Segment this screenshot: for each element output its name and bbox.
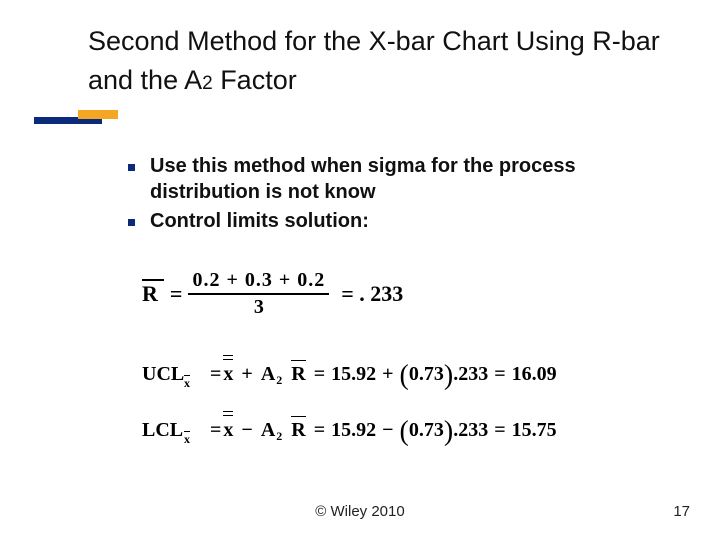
accent-bars xyxy=(34,110,118,124)
xbarbar-value: 15.92 xyxy=(331,363,376,386)
a2-value: 0.73 xyxy=(409,363,444,386)
paren-right: ) xyxy=(444,360,453,392)
ucl-text: UCL xyxy=(142,363,184,385)
ucl-result: 16.09 xyxy=(512,363,557,386)
op-minus: − xyxy=(241,419,252,442)
paren-left: ( xyxy=(400,360,409,392)
lcl-text: LCL xyxy=(142,419,183,441)
bullet-item: Use this method when sigma for the proce… xyxy=(126,154,666,205)
footer-copyright: © Wiley 2010 xyxy=(0,503,720,520)
r-value: .233 xyxy=(453,419,488,442)
r-value: .233 xyxy=(453,363,488,386)
equation-rbar: R = 0.2 + 0.3 + 0.2 3 = . 233 xyxy=(142,270,557,318)
x-letter: x xyxy=(223,419,233,441)
ucl-label: UCL x xyxy=(142,363,210,386)
a-letter: A xyxy=(261,419,275,441)
op-plus-2: + xyxy=(382,363,393,386)
a2-symbol: A2 xyxy=(261,363,281,386)
title-subscript: 2 xyxy=(202,73,213,94)
r-letter: R xyxy=(291,363,305,385)
equations-block: R = 0.2 + 0.3 + 0.2 3 = . 233 UCL x = x … xyxy=(142,270,557,470)
bullet-list: Use this method when sigma for the proce… xyxy=(126,154,666,239)
paren-left: ( xyxy=(400,416,409,448)
rbar-symbol: R xyxy=(142,281,164,307)
a2-value: 0.73 xyxy=(409,419,444,442)
a-letter: A xyxy=(261,363,275,385)
title-tail: Factor xyxy=(213,65,297,95)
fraction-numerator: 0.2 + 0.3 + 0.2 xyxy=(188,270,329,295)
r-letter: R xyxy=(291,419,305,441)
equals-sign: = xyxy=(170,281,183,307)
rbar-symbol-inline: R xyxy=(291,363,305,386)
page-number: 17 xyxy=(673,503,690,520)
title-main: Second Method for the X-bar Chart Using … xyxy=(88,26,660,95)
op-minus-2: − xyxy=(382,419,393,442)
lcl-label: LCL x xyxy=(142,419,210,442)
accent-orange xyxy=(78,110,118,119)
xbarbar-value: 15.92 xyxy=(331,419,376,442)
lcl-result: 15.75 xyxy=(512,419,557,442)
x-double-bar: x xyxy=(223,363,233,386)
x-double-bar: x xyxy=(223,419,233,442)
sub-xbar: x xyxy=(184,432,190,447)
fraction: 0.2 + 0.3 + 0.2 3 xyxy=(188,270,329,318)
paren-right: ) xyxy=(444,416,453,448)
equation-lcl: LCL x = x − A2 R = 15.92 − (0.73).233 = … xyxy=(142,414,557,446)
equation-ucl: UCL x = x + A2 R = 15.92 + (0.73).233 = … xyxy=(142,358,557,390)
a2-symbol: A2 xyxy=(261,419,281,442)
slide-title: Second Method for the X-bar Chart Using … xyxy=(88,22,686,100)
bullet-item: Control limits solution: xyxy=(126,209,666,235)
op-plus: + xyxy=(241,363,252,386)
rbar-symbol-inline: R xyxy=(291,419,305,442)
x-letter: x xyxy=(223,363,233,385)
sub-xbar: x xyxy=(184,376,190,391)
rbar-letter: R xyxy=(142,281,158,306)
rbar-result: = . 233 xyxy=(335,281,403,307)
equals: = xyxy=(210,363,221,386)
fraction-denominator: 3 xyxy=(188,295,329,318)
equals: = xyxy=(210,419,221,442)
